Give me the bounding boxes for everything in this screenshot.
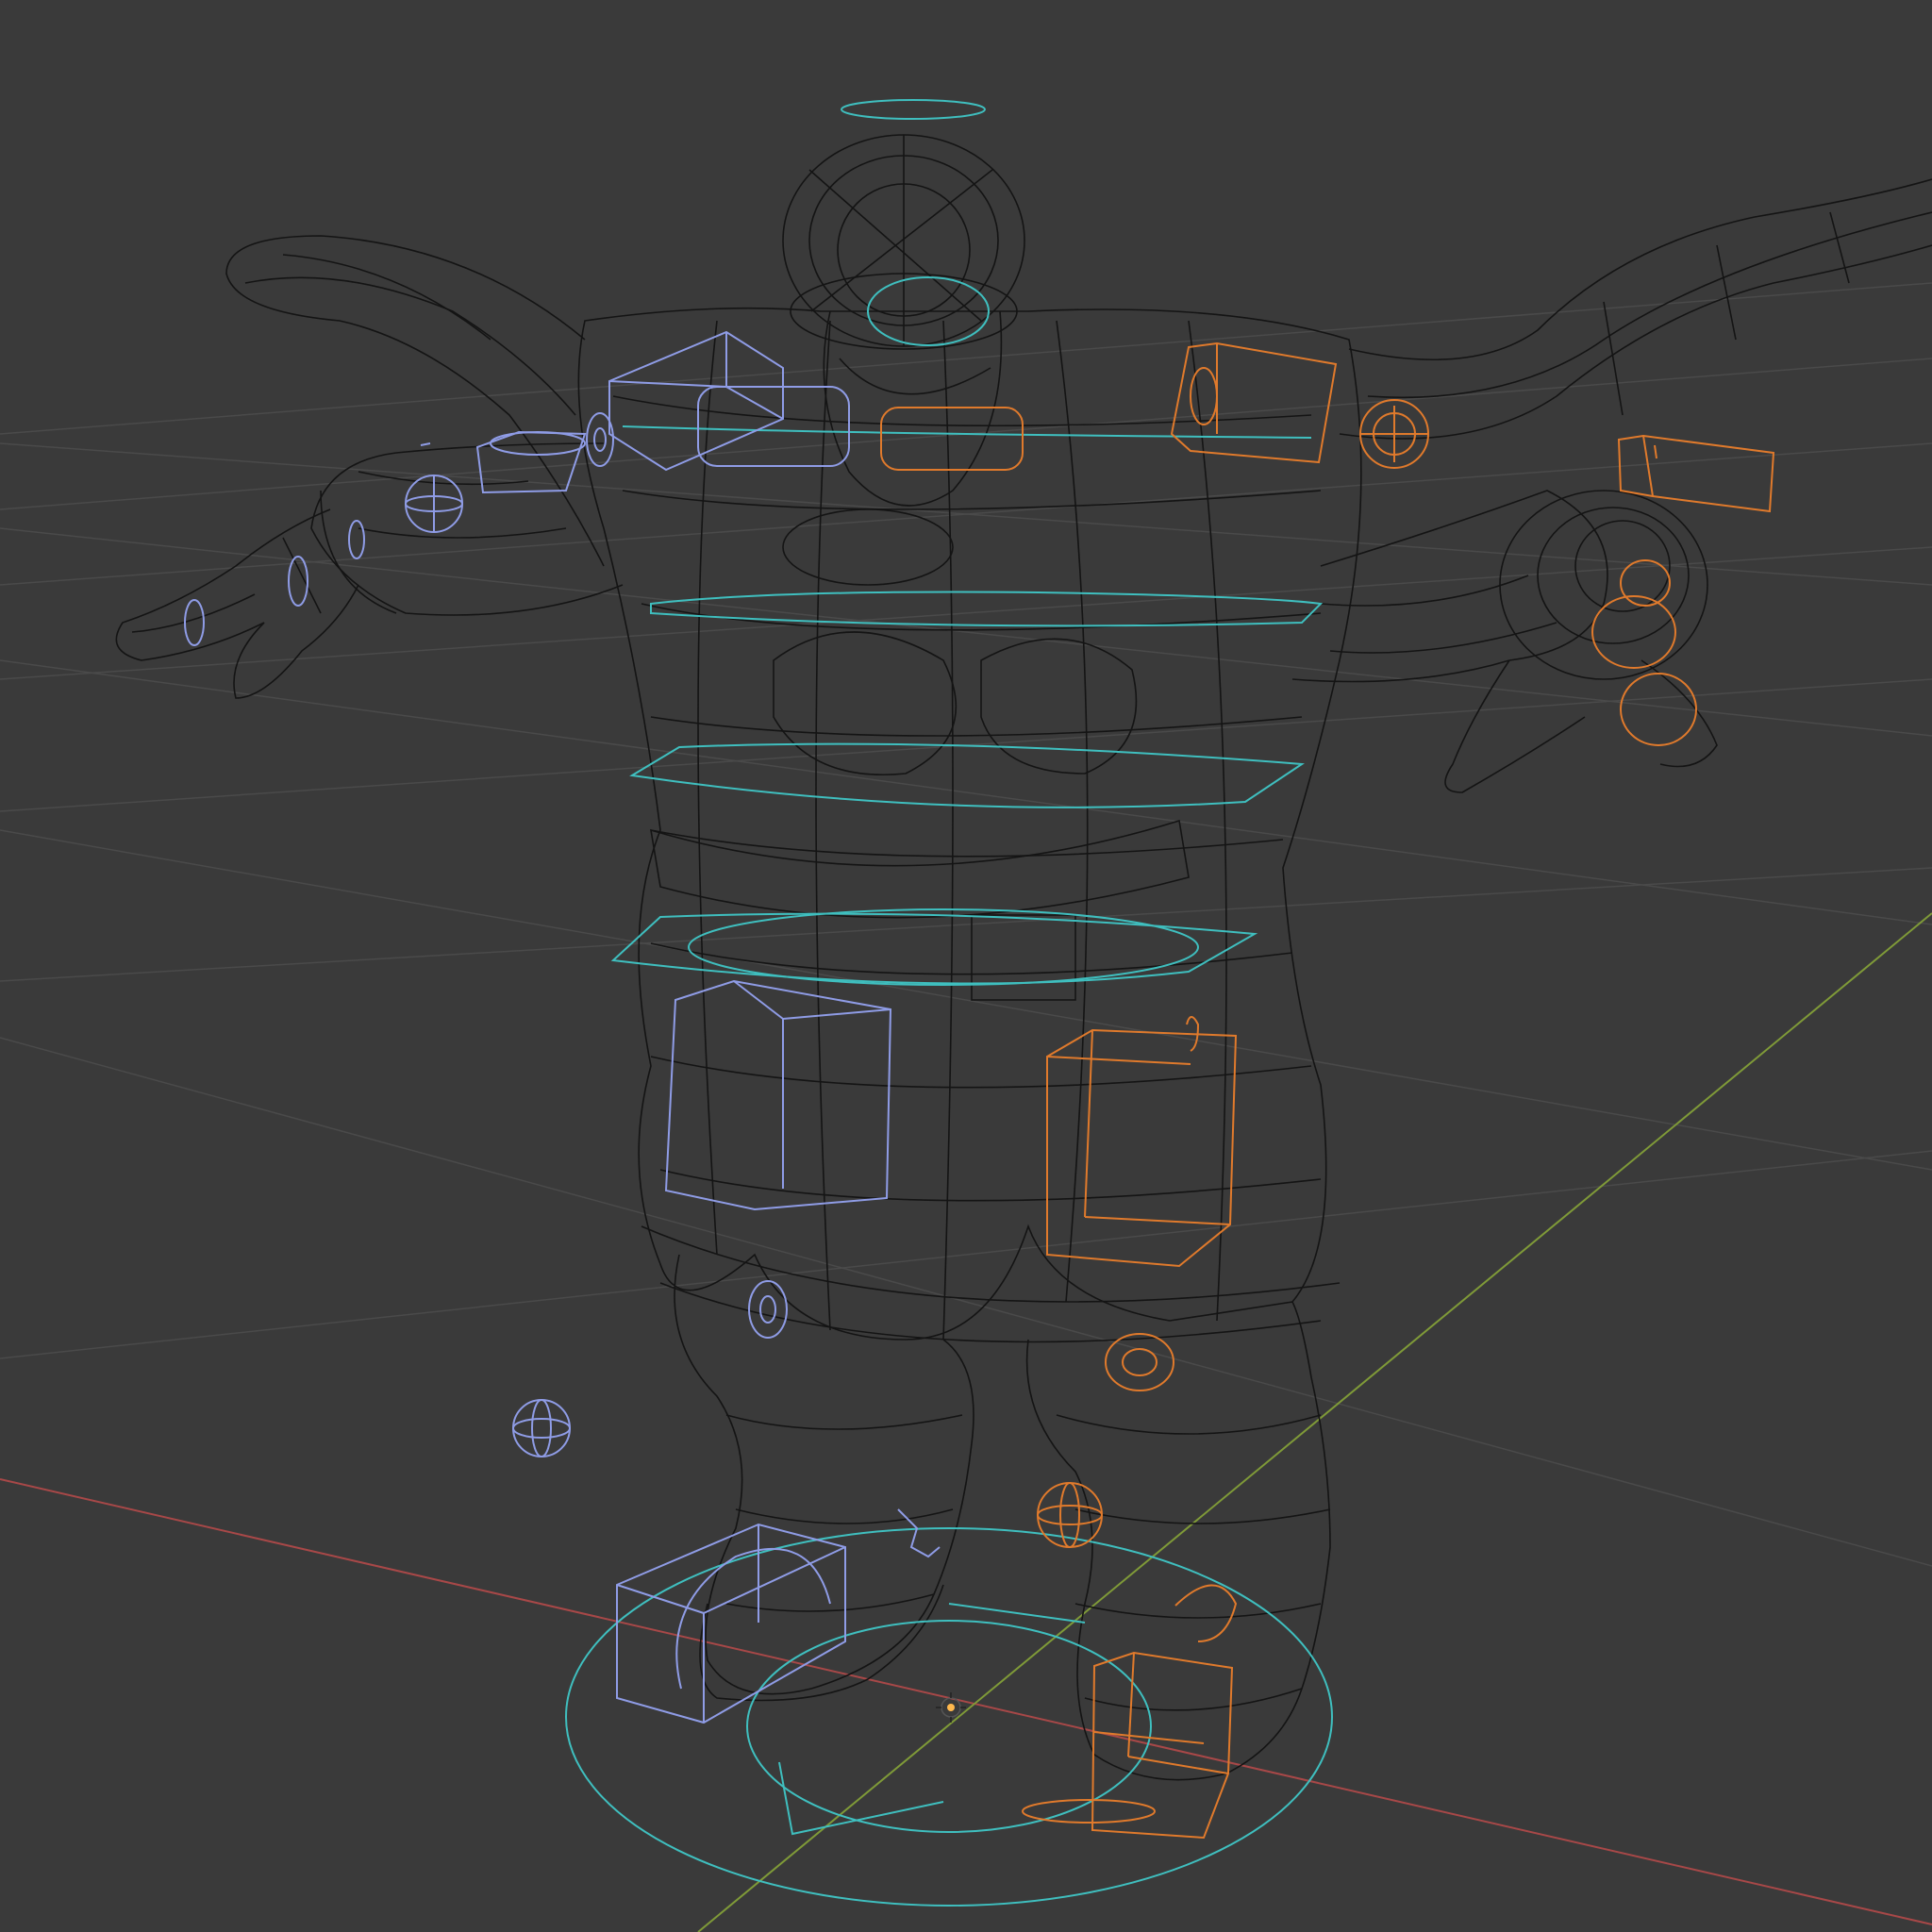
- torso-wire: [577, 307, 1362, 1341]
- right-wing-wire: [1716, 244, 1737, 341]
- right-toe-control[interactable]: [1174, 1584, 1238, 1642]
- origin-dot: [947, 1704, 955, 1711]
- left-thigh-control[interactable]: [733, 980, 784, 1020]
- right-wing-wire: [1348, 178, 1932, 360]
- grid-line: [0, 659, 1932, 925]
- torso-wire: [612, 395, 1312, 427]
- right-leg-wire: [1025, 1301, 1331, 1781]
- right-leg-wire: [1074, 1603, 1322, 1619]
- left-rig-controls[interactable]: [184, 330, 941, 1724]
- left-elbow-control[interactable]: [593, 427, 607, 452]
- grid-line: [0, 282, 1932, 435]
- right-arm-wire: [1329, 622, 1557, 654]
- axis-lines: [0, 912, 1932, 1932]
- grid-line: [0, 527, 1932, 737]
- right-knee-control[interactable]: [1122, 1348, 1158, 1376]
- hips-control[interactable]: [610, 912, 1258, 985]
- sphere-widget-icon: [512, 1418, 571, 1439]
- left-knee-control[interactable]: [759, 1295, 776, 1324]
- right-hand-ik-control[interactable]: [1617, 434, 1775, 513]
- right-arm-wire: [1291, 490, 1608, 683]
- buckle-wire: [971, 914, 1076, 1001]
- right-leg-wire: [1084, 1688, 1303, 1711]
- left-leg-wire: [674, 1254, 974, 1695]
- right-wing-wire: [1339, 244, 1932, 440]
- right-finger-control[interactable]: [1591, 595, 1676, 669]
- torso-wire: [815, 320, 831, 1331]
- sphere-widget-icon: [531, 1399, 552, 1457]
- left-wing-wire: [282, 254, 491, 341]
- right-hand-ik-control[interactable]: [1654, 444, 1657, 459]
- right-foot-ik-control[interactable]: [1091, 1651, 1234, 1840]
- left-arm-wire: [320, 490, 397, 614]
- right-shoulder-control[interactable]: [1170, 341, 1338, 464]
- sphere-widget-icon[interactable]: [512, 1399, 571, 1457]
- shoulder-line-control[interactable]: [622, 425, 1312, 439]
- torso-wire: [650, 716, 1303, 737]
- left-finger-control[interactable]: [420, 442, 431, 446]
- left-knee-pole-control[interactable]: [512, 1399, 571, 1457]
- left-leg-wire: [725, 1414, 963, 1430]
- left-knee-control[interactable]: [748, 1280, 788, 1339]
- grid-line: [0, 829, 1932, 1171]
- torso-wire: [622, 490, 1322, 510]
- floor-grid: [0, 282, 1932, 1567]
- left-leg-wire: [735, 1508, 954, 1524]
- character-wireframe-mesh[interactable]: [115, 134, 1932, 1781]
- left-foot-wire: [699, 1584, 944, 1702]
- left-thigh-control[interactable]: [782, 1008, 891, 1020]
- left-heel-roll-control[interactable]: [675, 1547, 831, 1690]
- 3d-cursor-icon[interactable]: [936, 1692, 966, 1723]
- belt-wire: [650, 819, 1190, 919]
- grid-line: [0, 1150, 1932, 1359]
- left-hand-wire: [115, 508, 359, 699]
- root-direction-control[interactable]: [948, 1603, 1086, 1624]
- head-control[interactable]: [841, 99, 986, 120]
- right-knee-control[interactable]: [1105, 1333, 1174, 1391]
- 3d-viewport[interactable]: [0, 0, 1932, 1932]
- right-thigh-control[interactable]: [1046, 1028, 1238, 1268]
- face-wire: [839, 358, 991, 395]
- left-finger-control[interactable]: [184, 599, 205, 646]
- x-axis-line: [0, 1478, 1932, 1925]
- chest-wire: [980, 638, 1138, 774]
- torso-wire: [1188, 320, 1227, 1322]
- right-hand-wire: [1641, 659, 1718, 768]
- torso-wire: [942, 320, 954, 1341]
- left-arm-wire: [358, 527, 567, 539]
- left-finger-control[interactable]: [348, 520, 365, 559]
- left-foot-ik-control[interactable]: [703, 1546, 846, 1614]
- right-hand-wire: [1537, 507, 1690, 644]
- left-foot-ik-control[interactable]: [616, 1523, 846, 1724]
- right-hand-ik-control[interactable]: [1642, 435, 1654, 497]
- right-leg-wire: [1056, 1414, 1322, 1435]
- sphere-widget-icon: [1037, 1505, 1103, 1525]
- skirt-wire: [641, 1225, 1341, 1303]
- torso-wire: [650, 1056, 1312, 1089]
- viewport-scene[interactable]: [0, 0, 1932, 1932]
- chest-wire: [773, 631, 958, 776]
- right-wing-wire: [1829, 211, 1850, 284]
- torso-wire: [697, 320, 718, 1256]
- torso-wire: [1056, 320, 1089, 1303]
- spine-control[interactable]: [629, 742, 1305, 808]
- right-hand-wire: [1444, 659, 1586, 793]
- left-elbow-control[interactable]: [586, 412, 614, 467]
- right-thigh-control[interactable]: [1046, 1056, 1191, 1065]
- right-thigh-control[interactable]: [1084, 1216, 1231, 1225]
- right-hand-wire: [1499, 490, 1708, 680]
